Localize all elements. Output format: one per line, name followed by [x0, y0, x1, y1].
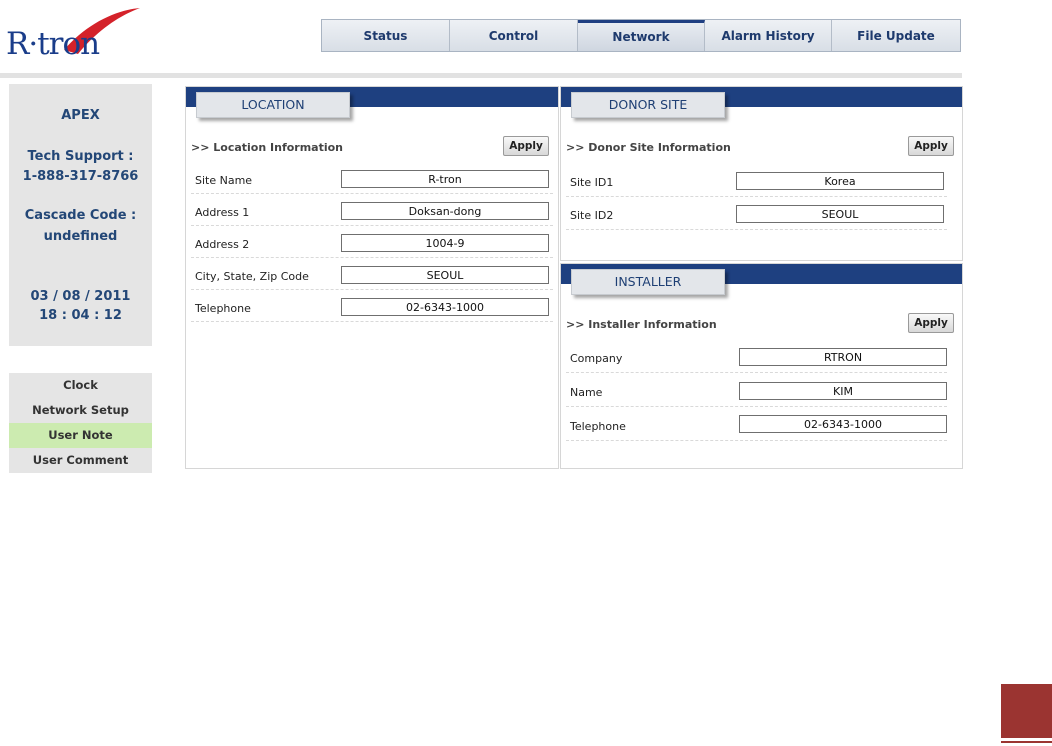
address2-label: Address 2 [195, 238, 250, 251]
tab-alarm-history[interactable]: Alarm History [705, 20, 832, 51]
cascade-code-value: undefined [43, 229, 118, 244]
address1-label: Address 1 [195, 206, 250, 219]
city-state-zip-label: City, State, Zip Code [195, 270, 309, 283]
city-state-zip-input[interactable] [341, 266, 549, 284]
row-divider [191, 193, 553, 194]
header-divider [0, 73, 962, 78]
address1-input[interactable] [341, 202, 549, 220]
location-telephone-input[interactable] [341, 298, 549, 316]
donor-section-title: >> Donor Site Information [566, 141, 731, 154]
installer-telephone-label: Telephone [570, 420, 626, 433]
donor-tab-label: DONOR SITE [571, 92, 725, 118]
donor-apply-button[interactable]: Apply [908, 136, 954, 156]
installer-panel: INSTALLER >> Installer Information Apply… [560, 263, 963, 469]
row-divider [566, 196, 947, 197]
device-info-panel: APEX Tech Support : 1-888-317-8766 Casca… [9, 84, 152, 346]
installer-name-label: Name [570, 386, 603, 399]
row-divider [566, 229, 947, 230]
location-panel: LOCATION >> Location Information Apply S… [185, 86, 559, 469]
site-id2-label: Site ID2 [570, 209, 614, 222]
address2-input[interactable] [341, 234, 549, 252]
rtron-logo: R·tron [6, 4, 141, 62]
site-name-label: Site Name [195, 174, 253, 187]
tab-status[interactable]: Status [322, 20, 450, 51]
logo-text: R·tron [6, 26, 100, 62]
installer-name-input[interactable] [739, 382, 947, 400]
location-tab-label: LOCATION [196, 92, 350, 118]
row-divider [191, 257, 553, 258]
network-submenu: Clock Network Setup User Note User Comme… [9, 373, 152, 473]
menu-item-user-note[interactable]: User Note [9, 423, 152, 448]
menu-item-clock[interactable]: Clock [9, 373, 152, 398]
row-divider [566, 372, 947, 373]
row-divider [191, 321, 553, 322]
menu-item-network-setup[interactable]: Network Setup [9, 398, 152, 423]
location-apply-button[interactable]: Apply [503, 136, 549, 156]
current-date: 03 / 08 / 2011 [30, 289, 131, 304]
company-label: Company [570, 352, 623, 365]
installer-telephone-input[interactable] [739, 415, 947, 433]
site-id1-input[interactable] [736, 172, 944, 190]
tab-control[interactable]: Control [450, 20, 578, 51]
row-divider [191, 225, 553, 226]
location-telephone-label: Telephone [195, 302, 251, 315]
tab-file-update[interactable]: File Update [832, 20, 960, 51]
row-divider [566, 440, 947, 441]
menu-item-user-comment[interactable]: User Comment [9, 448, 152, 473]
tab-network[interactable]: Network [578, 20, 705, 51]
row-divider [566, 406, 947, 407]
donor-site-panel: DONOR SITE >> Donor Site Information App… [560, 86, 963, 261]
tech-support-label: Tech Support : [27, 149, 134, 164]
site-name-input[interactable] [341, 170, 549, 188]
corner-accent-line [1001, 741, 1052, 743]
main-tabs: Status Control Network Alarm History Fil… [321, 19, 961, 52]
device-name: APEX [61, 108, 100, 123]
site-id1-label: Site ID1 [570, 176, 614, 189]
cascade-code-label: Cascade Code : [24, 208, 137, 223]
current-time: 18 : 04 : 12 [39, 308, 122, 323]
installer-tab-label: INSTALLER [571, 269, 725, 295]
installer-section-title: >> Installer Information [566, 318, 717, 331]
site-id2-input[interactable] [736, 205, 944, 223]
installer-apply-button[interactable]: Apply [908, 313, 954, 333]
tech-support-phone: 1-888-317-8766 [22, 169, 139, 184]
company-input[interactable] [739, 348, 947, 366]
row-divider [191, 289, 553, 290]
location-section-title: >> Location Information [191, 141, 344, 154]
corner-accent-block [1001, 684, 1052, 738]
